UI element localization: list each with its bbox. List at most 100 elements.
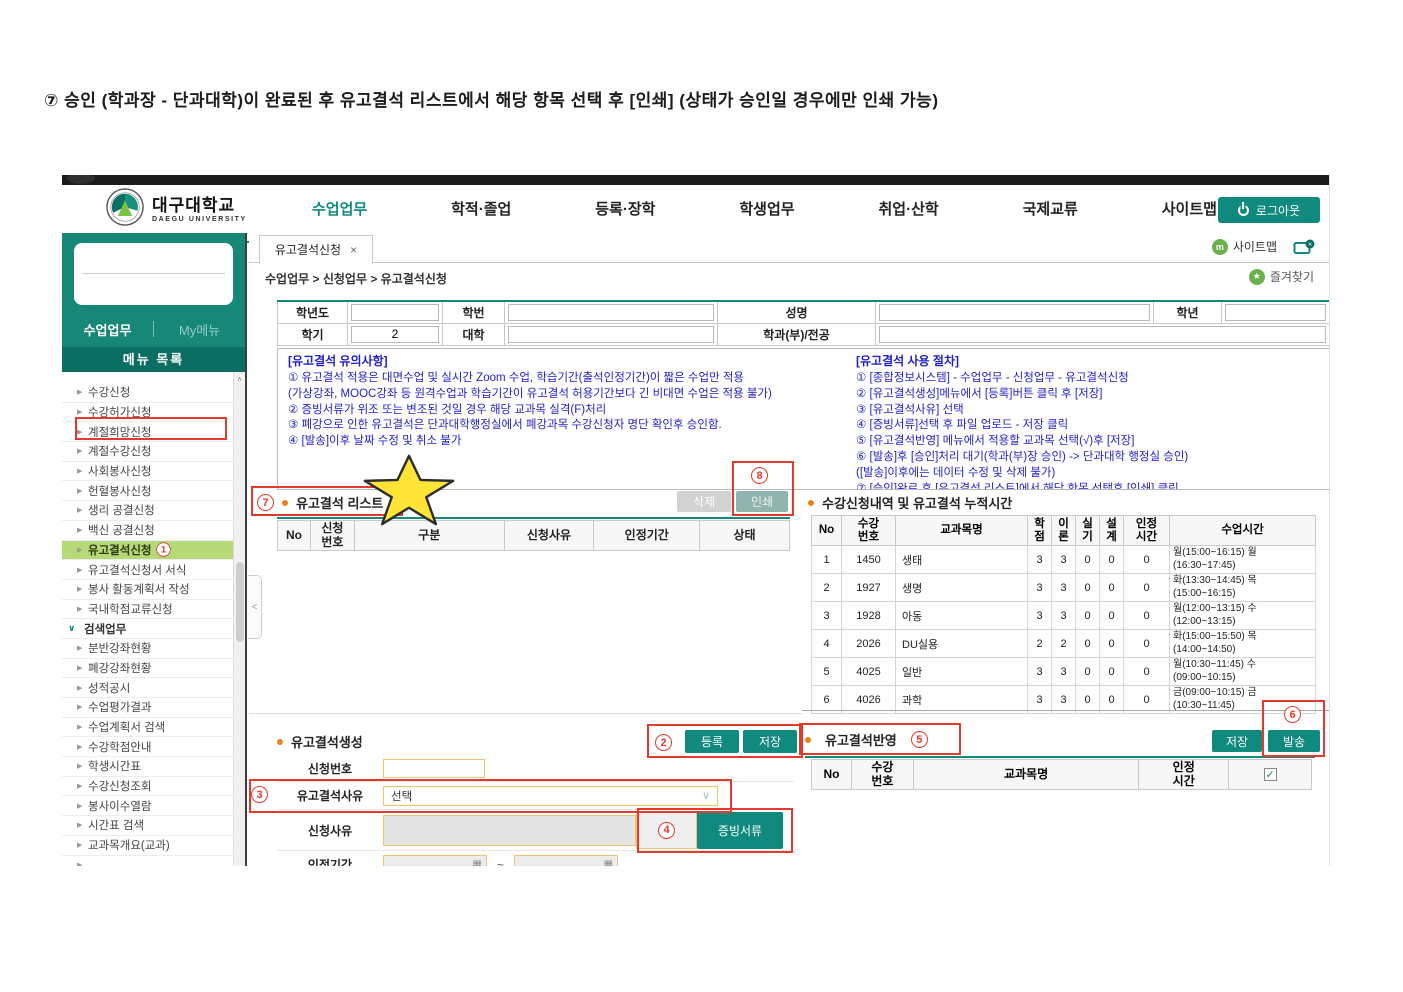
close-all-tabs-icon[interactable]: × xyxy=(1293,239,1316,255)
annotation-badge-5: 5 xyxy=(911,731,928,748)
sidebar-item[interactable]: ▶수강학점안내 xyxy=(62,737,233,757)
application-no-input[interactable] xyxy=(383,759,485,778)
grade-input[interactable] xyxy=(1225,304,1326,321)
annotation-badge-4: 4 xyxy=(658,822,675,839)
save-button[interactable]: 저장 xyxy=(743,730,797,753)
absence-apply-title: 유고결석반영 xyxy=(825,730,897,749)
sidebar-item[interactable]: ▶학생시간표 xyxy=(62,757,233,777)
department-input[interactable] xyxy=(879,326,1326,343)
chevron-down-icon: ∨ xyxy=(702,789,710,802)
student-id-input[interactable] xyxy=(508,304,714,321)
sidebar-item[interactable]: ▶수업계획서 검색 xyxy=(62,718,233,738)
name-label: 성명 xyxy=(718,301,876,323)
absence-create-form: 신청번호 유고결석사유 선택 ∨ 신청사유 4 증빙서류 인정기간 ▦ ~ xyxy=(277,755,794,866)
tab-close-icon[interactable]: × xyxy=(350,243,357,257)
university-name: 대구대학교 xyxy=(152,191,247,216)
sidebar-item[interactable]: ▶폐강강좌현황 xyxy=(62,659,233,679)
period-end-input[interactable]: ▦ xyxy=(514,855,618,866)
calendar-icon[interactable]: ▦ xyxy=(473,859,482,866)
sitemap-icon: m xyxy=(1212,239,1228,255)
enrollment-title: 수강신청내역 및 유고결석 누적시간 xyxy=(822,493,1012,512)
notice-precautions-title: [유고결석 유의사항] xyxy=(288,354,388,368)
sidebar-collapse-handle[interactable]: < xyxy=(248,575,262,639)
send-button[interactable]: 발송 xyxy=(1268,730,1320,752)
annotation-badge-2: 2 xyxy=(655,734,672,751)
select-all-checkbox[interactable]: ✓ xyxy=(1264,768,1277,781)
sidebar-item[interactable]: ▶성적공시 xyxy=(62,678,233,698)
nav-career-industry[interactable]: 취업·산학 xyxy=(879,198,939,219)
grade-label: 학년 xyxy=(1154,301,1222,323)
nav-registration-scholarship[interactable]: 등록·장학 xyxy=(595,198,655,219)
sidebar-item-absence-application[interactable]: ▶유고결석신청 1 xyxy=(62,541,233,561)
college-input[interactable] xyxy=(508,326,714,343)
sidebar-item[interactable]: ▶계절수강신청 xyxy=(62,442,233,462)
browser-top-bar xyxy=(62,175,1330,185)
university-name-en: DAEGU UNIVERSITY xyxy=(152,216,247,223)
sidebar-item-clipped[interactable]: ▶ xyxy=(62,856,233,867)
sidebar-item[interactable]: ▶수강신청 xyxy=(62,383,233,403)
right-section-divider xyxy=(802,710,1330,711)
nav-student-affairs[interactable]: 학생업무 xyxy=(739,198,794,219)
sidebar-item[interactable]: ▶교과목개요(교과) xyxy=(62,836,233,856)
logout-button[interactable]: 로그아웃 xyxy=(1218,197,1320,223)
absence-apply-table: No 수강 번호 교과목명 인정 시간 ✓ xyxy=(811,759,1312,790)
scroll-up-icon[interactable]: ∧ xyxy=(234,372,245,383)
enrollment-table: No 수강 번호 교과목명 학 점 이 론 실 기 설 계 인정 시간 수업시간… xyxy=(811,515,1316,714)
sidebar-item[interactable]: ▶수강허가신청 xyxy=(62,403,233,423)
section-bullet-icon xyxy=(282,500,288,506)
sidebar-item[interactable]: ▶봉사이수열람 xyxy=(62,796,233,816)
left-section-divider xyxy=(249,713,802,714)
sidebar-tab-my-menu[interactable]: My메뉴 xyxy=(154,320,245,339)
sidebar-item[interactable]: ▶헌혈봉사신청 xyxy=(62,481,233,501)
annotation-badge-7: 7 xyxy=(257,494,274,511)
sidebar-item[interactable]: ▶계절희망신청 xyxy=(62,422,233,442)
sidebar-item[interactable]: ▶백신 공결신청 xyxy=(62,521,233,541)
application-detail-textarea[interactable] xyxy=(383,815,636,846)
sidebar-tabs: 수업업무 My메뉴 xyxy=(62,315,245,343)
star-annotation xyxy=(361,454,457,526)
student-info-table: 학년도 학번 성명 학년 학기 대학 학과(부)/전공 xyxy=(277,300,1330,346)
sidebar-item[interactable]: ▶시간표 검색 xyxy=(62,816,233,836)
scrollbar-thumb[interactable] xyxy=(236,562,244,642)
sidebar-item[interactable]: ▶수업평가결과 xyxy=(62,698,233,718)
university-logo: 대구대학교 DAEGU UNIVERSITY xyxy=(106,188,247,226)
nav-class-work[interactable]: 수업업무 xyxy=(312,198,367,219)
apply-save-button[interactable]: 저장 xyxy=(1212,730,1262,752)
register-button[interactable]: 등록 xyxy=(685,730,739,753)
attachment-button[interactable]: 증빙서류 xyxy=(697,812,783,849)
sidebar-item[interactable]: ▶봉사 활동계획서 작성 xyxy=(62,580,233,600)
favorite-button[interactable]: ★ 즐겨찾기 xyxy=(1249,268,1314,285)
period-start-input[interactable]: ▦ xyxy=(383,855,487,866)
term-input[interactable] xyxy=(351,326,439,343)
sidebar-menu: ▶수강신청 ▶수강허가신청 ▶계절희망신청 ▶계절수강신청 ▶사회봉사신청 ▶헌… xyxy=(62,372,233,866)
tab-absence-application[interactable]: 유고결석신청 × xyxy=(259,235,373,264)
sidebar-item[interactable]: ▶분반강좌현황 xyxy=(62,639,233,659)
sidebar-category-search[interactable]: ∨검색업무 xyxy=(62,619,233,639)
favorite-star-icon: ★ xyxy=(1249,269,1265,285)
sitemap-link[interactable]: m 사이트맵 xyxy=(1212,238,1277,255)
table-row: 31928아동33000월(12:00~13:15) 수(12:00~13:15… xyxy=(812,602,1316,630)
page-instruction: ⑦ 승인 (학과장 - 단과대학)이 완료된 후 유고결석 리스트에서 해당 항… xyxy=(44,86,938,111)
nav-sitemap[interactable]: 사이트맵 xyxy=(1162,198,1217,219)
sidebar-scrollbar[interactable]: ∧ xyxy=(233,372,245,866)
sidebar-item[interactable]: ▶생리 공결신청 xyxy=(62,501,233,521)
absence-reason-select[interactable]: 선택 ∨ xyxy=(383,786,718,806)
table-row: 11450생태33000월(15:00~16:15) 월(16:30~17:45… xyxy=(812,546,1316,574)
app-window: 대구대학교 DAEGU UNIVERSITY 수업업무 학적·졸업 등록·장학 … xyxy=(62,175,1330,866)
delete-button[interactable]: 삭제 xyxy=(677,491,731,512)
print-button[interactable]: 인쇄 xyxy=(736,491,788,512)
sidebar-item[interactable]: ▶유고결석신청서 서식 xyxy=(62,560,233,580)
nav-records-graduation[interactable]: 학적·졸업 xyxy=(451,198,511,219)
sidebar-item[interactable]: ▶사회봉사신청 xyxy=(62,462,233,482)
power-icon xyxy=(1238,205,1249,216)
year-input[interactable] xyxy=(351,304,439,321)
nav-international[interactable]: 국제교류 xyxy=(1023,198,1078,219)
main-content: 유고결석신청 × m 사이트맵 × 수업업무 > 신청업무 > 유고결석신청 ★… xyxy=(249,233,1330,866)
name-input[interactable] xyxy=(879,304,1150,321)
sidebar-item[interactable]: ▶국내학점교류신청 xyxy=(62,600,233,620)
table-row: 42026DU실용22000화(15:00~15:50) 목(14:00~14:… xyxy=(812,630,1316,658)
table-row: 54025일반33000월(10:30~11:45) 수(09:00~10:15… xyxy=(812,658,1316,686)
sidebar-item[interactable]: ▶수강신청조회 xyxy=(62,777,233,797)
sidebar-tab-class-work[interactable]: 수업업무 xyxy=(62,320,153,339)
calendar-icon[interactable]: ▦ xyxy=(604,859,613,866)
